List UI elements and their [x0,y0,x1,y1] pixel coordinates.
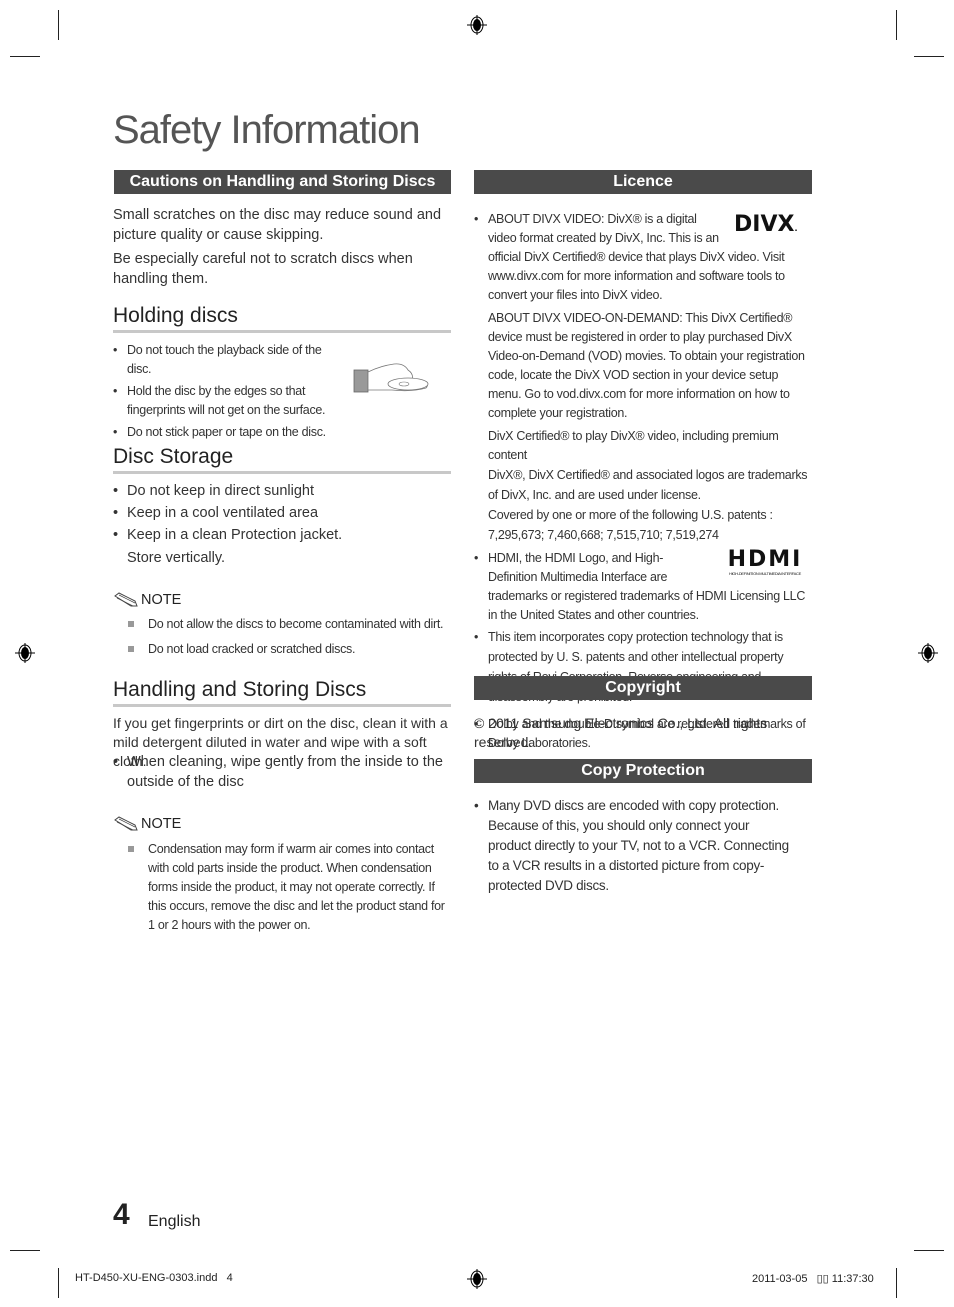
divx-patents-paragraph: Covered by one or more of the following … [488,508,773,542]
divx-trademark-paragraph: DivX®, DivX Certified® and associated lo… [488,468,808,502]
divx-block: DIVX. ABOUT DIVX VIDEO: DivX® is a digit… [474,210,814,753]
list-item: Hold the disc by the edges so that finge… [113,382,348,420]
heading-rule [113,704,451,707]
holding-list: Do not touch the playback side of the di… [113,341,348,442]
page-title: Safety Information [113,108,421,152]
handling-list: When cleaning, wipe gently from the insi… [113,752,453,792]
heading-holding-discs: Holding discs [113,304,238,327]
list-item: Many DVD discs are encoded with copy pro… [474,796,794,896]
note-label-text: NOTE [141,816,182,832]
section-header-licence: Licence [474,170,812,194]
section-header-cautions: Cautions on Handling and Storing Discs [114,170,451,194]
list-item: Keep in a cool ventilated area [113,502,453,524]
crop-mark [58,10,59,40]
footer-file-name: HT-D450-XU-ENG-0303.indd 4 [75,1272,233,1284]
storage-notes: Do not allow the discs to become contami… [128,615,458,659]
note-item: Do not allow the discs to become contami… [128,615,458,634]
crop-mark [58,1268,59,1298]
copyright-text: © 2011 Samsung Electronics Co., Ltd. All… [474,715,768,750]
handling-notes: Condensation may form if warm air comes … [128,840,454,935]
crop-mark [896,1268,897,1298]
list-item: HDMI, the HDMI Logo, and High-Definition… [474,549,814,625]
list-item: ABOUT DIVX VIDEO: DivX® is a digital vid… [474,210,814,305]
list-item: Keep in a clean Protection jacket. [113,524,453,546]
divx-vod-paragraph: ABOUT DIVX VIDEO-ON-DEMAND: This DivX Ce… [488,311,805,420]
copy-protection-list: Many DVD discs are encoded with copy pro… [474,796,794,896]
section-header-copy-protection: Copy Protection [474,759,812,783]
hand-holding-disc-icon [353,363,429,393]
list-item: When cleaning, wipe gently from the insi… [113,752,453,792]
heading-disc-storage: Disc Storage [113,445,234,468]
registration-mark-icon [15,643,35,663]
divx-certified-paragraph: DivX Certified® to play DivX® video, inc… [488,429,779,462]
cautions-paragraph-2: Be especially careful not to scratch dis… [113,251,413,287]
note-label-text: NOTE [141,592,182,608]
registration-mark-icon [918,643,938,663]
list-item: Do not stick paper or tape on the disc. [113,423,367,442]
registration-mark-icon [467,15,487,35]
crop-mark [914,1250,944,1251]
heading-rule [113,330,451,333]
crop-mark [10,1250,40,1251]
cautions-paragraph-1: Small scratches on the disc may reduce s… [113,207,442,243]
note-item: Condensation may form if warm air comes … [128,840,454,935]
page-number: 4 [113,1198,130,1231]
pencil-note-icon [114,816,138,831]
list-item: Do not keep in direct sunlight [113,480,453,502]
section-header-copyright: Copyright [474,676,812,700]
storage-list: Do not keep in direct sunlight Keep in a… [113,480,453,569]
crop-mark [10,56,40,57]
list-item: Do not touch the playback side of the di… [113,341,348,379]
note-label: NOTE [113,592,181,608]
heading-handling-storing: Handling and Storing Discs [113,678,367,701]
registration-mark-icon [467,1269,487,1289]
pencil-note-icon [114,592,138,607]
note-item: Do not load cracked or scratched discs. [128,640,458,659]
note-label: NOTE [113,816,181,832]
crop-mark [896,10,897,40]
crop-mark [914,56,944,57]
page-language: English [148,1213,201,1230]
footer-timestamp: 2011-03-05 ▯▯ 11:37:30 [752,1273,874,1285]
heading-rule [113,471,451,474]
list-item-continuation: Store vertically. [127,550,226,566]
